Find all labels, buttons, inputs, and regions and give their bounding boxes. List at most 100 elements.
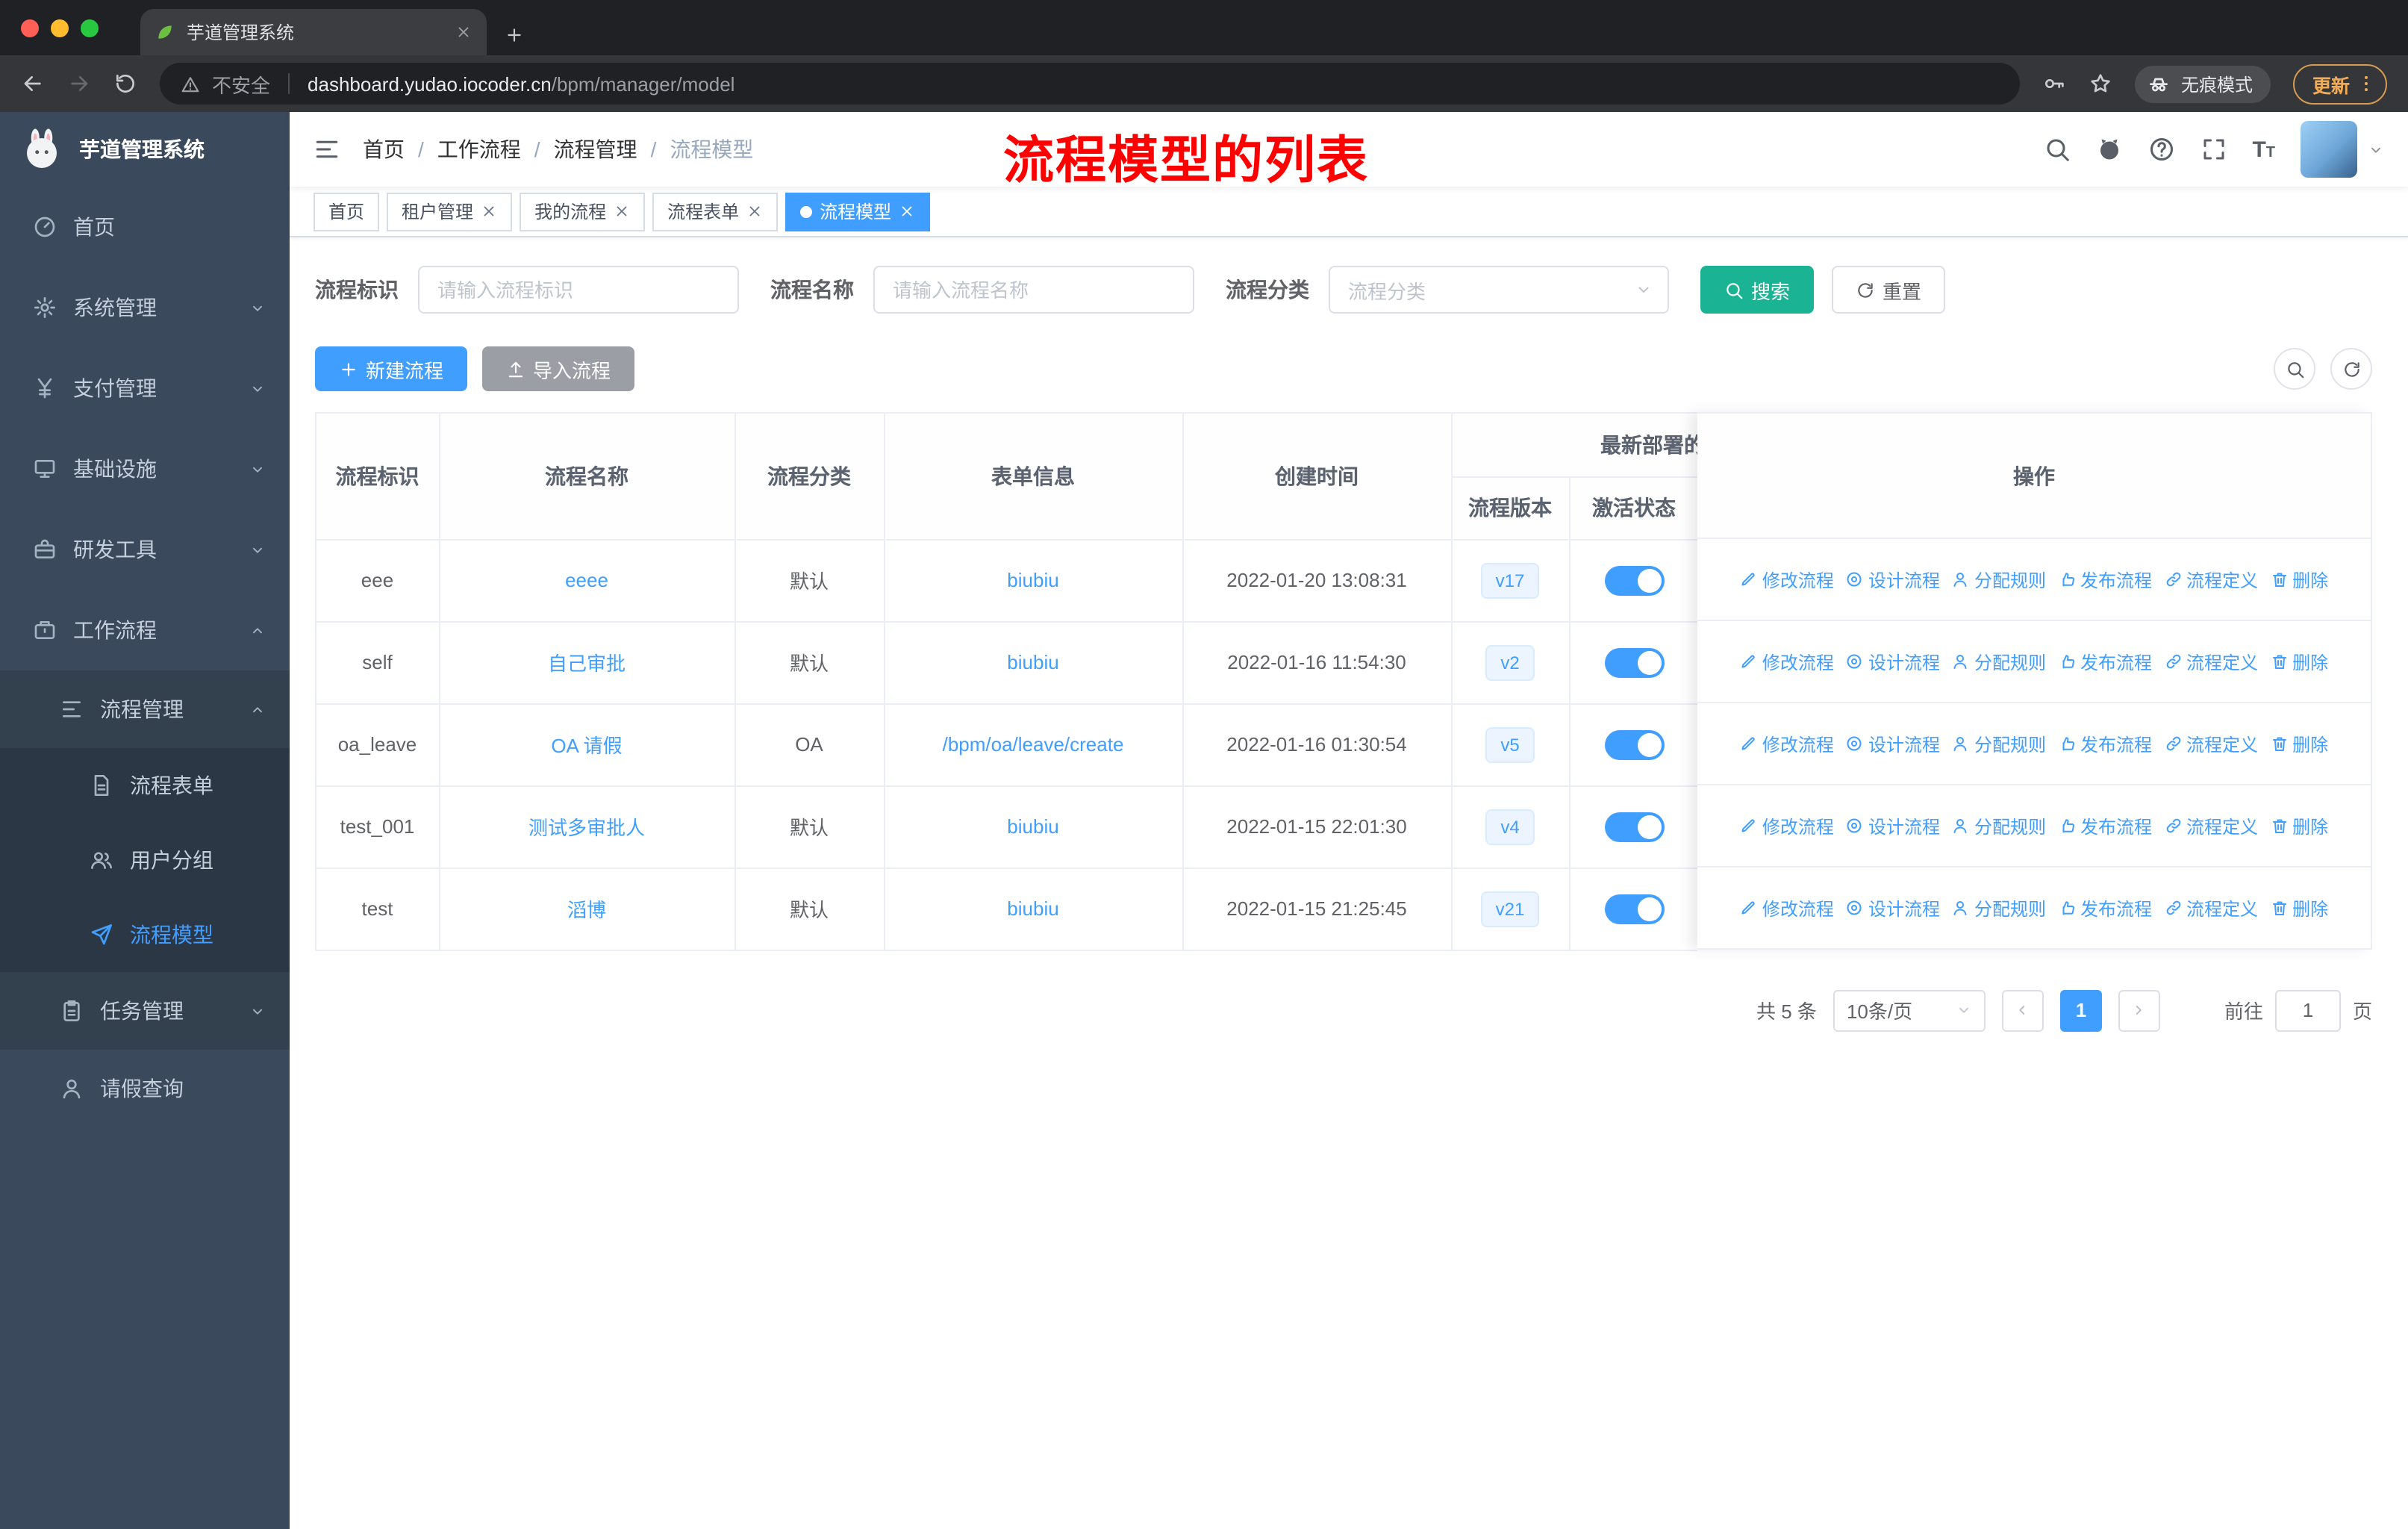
action-design-link[interactable]: 设计流程 bbox=[1846, 649, 1940, 674]
active-toggle[interactable] bbox=[1604, 647, 1664, 677]
action-modify-link[interactable]: 修改流程 bbox=[1740, 567, 1834, 592]
action-delete-link[interactable]: 删除 bbox=[2270, 731, 2328, 756]
action-definition-link[interactable]: 流程定义 bbox=[2164, 649, 2258, 674]
action-delete-link[interactable]: 删除 bbox=[2270, 567, 2328, 592]
tag-process-model-active[interactable]: 流程模型 bbox=[785, 192, 931, 231]
prev-page-button[interactable] bbox=[2001, 989, 2044, 1031]
tab-close-icon[interactable] bbox=[455, 24, 472, 40]
github-icon[interactable] bbox=[2095, 136, 2122, 163]
security-label[interactable]: 不安全 bbox=[212, 69, 270, 98]
action-modify-link[interactable]: 修改流程 bbox=[1740, 649, 1834, 674]
action-publish-link[interactable]: 发布流程 bbox=[2058, 649, 2152, 674]
action-delete-link[interactable]: 删除 bbox=[2270, 813, 2328, 838]
url-bar[interactable]: 不安全 dashboard.yudao.iocoder.cn/bpm/manag… bbox=[160, 63, 2020, 105]
action-publish-link[interactable]: 发布流程 bbox=[2058, 567, 2152, 592]
action-delete-link[interactable]: 删除 bbox=[2270, 895, 2328, 921]
create-process-button[interactable]: 新建流程 bbox=[315, 346, 468, 391]
action-design-link[interactable]: 设计流程 bbox=[1846, 895, 1940, 921]
action-assign-rule-link[interactable]: 分配规则 bbox=[1952, 649, 2046, 674]
form-info-link[interactable]: biubiu bbox=[1007, 897, 1058, 920]
fullscreen-icon[interactable] bbox=[2200, 136, 2227, 163]
search-button[interactable]: 搜索 bbox=[1700, 266, 1815, 314]
active-toggle[interactable] bbox=[1604, 894, 1664, 924]
page-size-select[interactable]: 10条/页 bbox=[1832, 989, 1986, 1031]
window-minimize-button[interactable] bbox=[51, 19, 69, 37]
sidebar-item-infrastructure[interactable]: 基础设施 bbox=[0, 429, 290, 509]
sidebar-item-workflow[interactable]: 工作流程 bbox=[0, 590, 290, 670]
category-select[interactable]: 流程分类 bbox=[1329, 266, 1669, 314]
breadcrumb-item[interactable]: 首页 bbox=[363, 134, 424, 164]
sidebar-item-leave-query[interactable]: 请假查询 bbox=[0, 1050, 290, 1127]
tag-home[interactable]: 首页 bbox=[314, 192, 380, 231]
process-name-link[interactable]: OA 请假 bbox=[551, 735, 622, 757]
sidebar-item-task-management[interactable]: 任务管理 bbox=[0, 972, 290, 1050]
tag-tenant-management[interactable]: 租户管理 bbox=[387, 192, 513, 231]
action-assign-rule-link[interactable]: 分配规则 bbox=[1952, 813, 2046, 838]
sidebar-item-devtools[interactable]: 研发工具 bbox=[0, 509, 290, 590]
avatar-caret-icon[interactable] bbox=[2368, 141, 2384, 158]
form-info-link[interactable]: /bpm/oa/leave/create bbox=[943, 733, 1124, 756]
process-name-link[interactable]: eeee bbox=[565, 569, 608, 591]
window-zoom-button[interactable] bbox=[81, 19, 99, 37]
active-toggle[interactable] bbox=[1604, 729, 1664, 759]
form-info-link[interactable]: biubiu bbox=[1007, 569, 1058, 591]
sidebar-item-payment[interactable]: 支付管理 bbox=[0, 348, 290, 429]
action-definition-link[interactable]: 流程定义 bbox=[2164, 895, 2258, 921]
close-icon[interactable] bbox=[614, 203, 630, 219]
action-design-link[interactable]: 设计流程 bbox=[1846, 731, 1940, 756]
font-size-icon[interactable]: TT bbox=[2252, 137, 2275, 162]
reset-button[interactable]: 重置 bbox=[1832, 266, 1946, 314]
sidebar-item-system[interactable]: 系统管理 bbox=[0, 267, 290, 348]
action-publish-link[interactable]: 发布流程 bbox=[2058, 813, 2152, 838]
toggle-search-button[interactable] bbox=[2274, 348, 2315, 390]
incognito-badge[interactable]: 无痕模式 bbox=[2134, 65, 2271, 102]
browser-tab[interactable]: 芋道管理系统 bbox=[140, 9, 487, 55]
action-publish-link[interactable]: 发布流程 bbox=[2058, 895, 2152, 921]
back-icon[interactable] bbox=[21, 72, 45, 96]
form-info-link[interactable]: biubiu bbox=[1007, 815, 1058, 838]
close-icon[interactable] bbox=[746, 203, 763, 219]
tag-process-form[interactable]: 流程表单 bbox=[652, 192, 779, 231]
process-name-input[interactable] bbox=[873, 266, 1194, 314]
kebab-menu-icon[interactable] bbox=[2356, 73, 2377, 94]
action-publish-link[interactable]: 发布流程 bbox=[2058, 731, 2152, 756]
import-process-button[interactable]: 导入流程 bbox=[482, 346, 635, 391]
forward-icon[interactable] bbox=[67, 72, 91, 96]
active-toggle[interactable] bbox=[1604, 565, 1664, 595]
sidebar-logo[interactable]: 芋道管理系统 bbox=[0, 112, 290, 187]
new-tab-button[interactable] bbox=[505, 25, 524, 45]
action-modify-link[interactable]: 修改流程 bbox=[1740, 731, 1834, 756]
process-name-link[interactable]: 滔博 bbox=[567, 899, 606, 921]
sidebar-item-process-management[interactable]: 流程管理 bbox=[0, 670, 290, 748]
action-modify-link[interactable]: 修改流程 bbox=[1740, 895, 1834, 921]
search-icon[interactable] bbox=[2043, 136, 2070, 163]
process-name-link[interactable]: 测试多审批人 bbox=[528, 817, 645, 839]
goto-page-input[interactable] bbox=[2274, 989, 2341, 1031]
tag-my-process[interactable]: 我的流程 bbox=[520, 192, 646, 231]
action-assign-rule-link[interactable]: 分配规则 bbox=[1952, 567, 2046, 592]
current-page-button[interactable]: 1 bbox=[2059, 989, 2102, 1031]
avatar[interactable] bbox=[2301, 121, 2357, 178]
key-icon[interactable] bbox=[2042, 72, 2066, 96]
action-assign-rule-link[interactable]: 分配规则 bbox=[1952, 731, 2046, 756]
breadcrumb-item[interactable]: 工作流程 bbox=[437, 134, 540, 164]
process-name-link[interactable]: 自己审批 bbox=[548, 653, 626, 675]
sidebar-item-process-form[interactable]: 流程表单 bbox=[0, 748, 290, 823]
table-scroll-area[interactable]: 流程标识 流程名称 流程分类 表单信息 创建时间 最新部署的流程定义 流程版本 bbox=[315, 412, 1697, 950]
close-icon[interactable] bbox=[899, 203, 915, 219]
refresh-table-button[interactable] bbox=[2330, 348, 2372, 390]
hamburger-icon[interactable] bbox=[314, 136, 340, 163]
reload-icon[interactable] bbox=[113, 72, 137, 96]
close-icon[interactable] bbox=[481, 203, 497, 219]
breadcrumb-item[interactable]: 流程管理 bbox=[554, 134, 657, 164]
next-page-button[interactable] bbox=[2118, 989, 2160, 1031]
sidebar-item-user-group[interactable]: 用户分组 bbox=[0, 823, 290, 897]
action-design-link[interactable]: 设计流程 bbox=[1846, 813, 1940, 838]
bookmark-star-icon[interactable] bbox=[2089, 72, 2112, 96]
action-definition-link[interactable]: 流程定义 bbox=[2164, 813, 2258, 838]
action-definition-link[interactable]: 流程定义 bbox=[2164, 567, 2258, 592]
action-design-link[interactable]: 设计流程 bbox=[1846, 567, 1940, 592]
action-modify-link[interactable]: 修改流程 bbox=[1740, 813, 1834, 838]
window-close-button[interactable] bbox=[21, 19, 39, 37]
browser-update-button[interactable]: 更新 bbox=[2292, 63, 2387, 104]
